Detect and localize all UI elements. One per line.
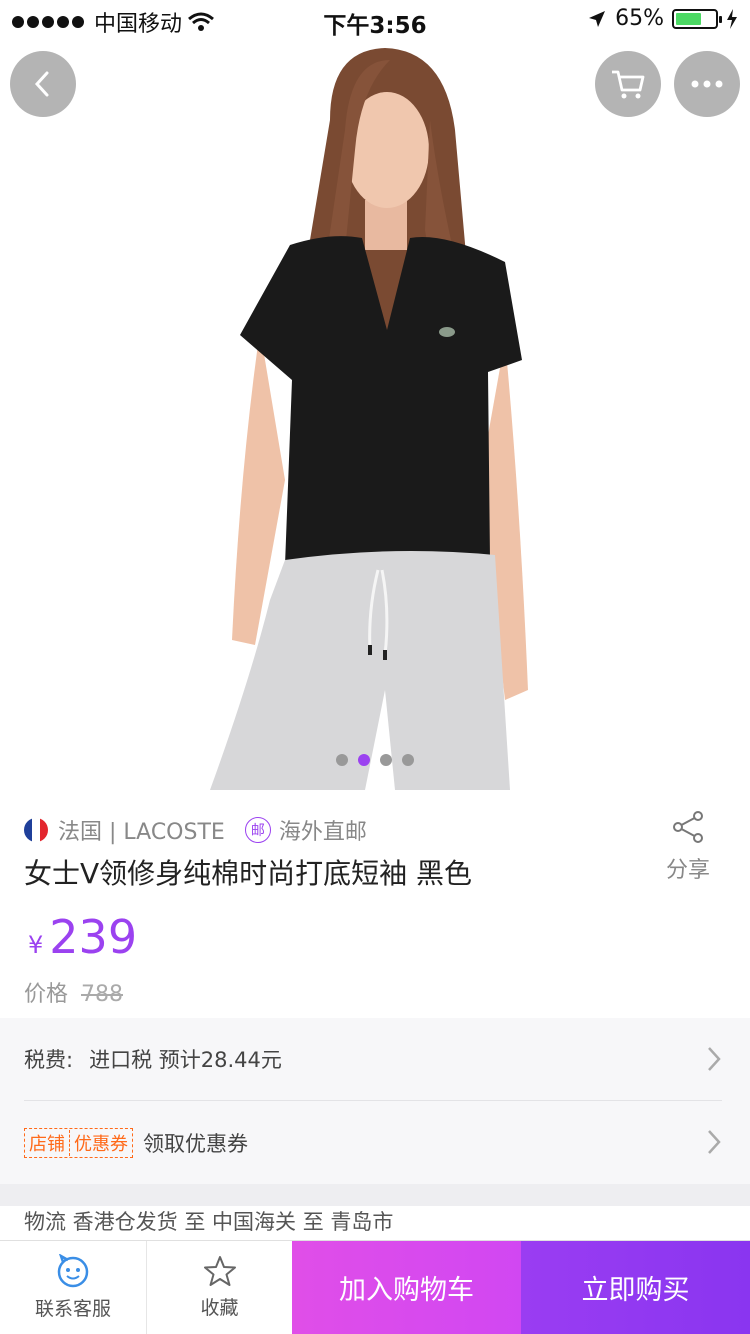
battery-icon (672, 8, 722, 29)
chevron-right-icon (708, 1130, 721, 1154)
tax-value: 进口税 预计28.44元 (89, 1048, 282, 1072)
coupon-text: 领取优惠券 (143, 1131, 248, 1156)
add-to-cart-button[interactable]: 加入购物车 (292, 1241, 521, 1334)
tax-label: 税费: (24, 1048, 74, 1072)
shipping-label: 海外直邮 (278, 820, 367, 845)
page-dot[interactable] (380, 754, 392, 766)
detail-rows: 税费: 进口税 预计28.44元 店铺 优惠券 领取优惠券 (0, 1018, 750, 1184)
currency-symbol: ¥ (28, 931, 44, 959)
cart-icon (612, 70, 645, 99)
share-icon (673, 811, 703, 843)
price: ¥ 239 (28, 910, 137, 964)
page-dot-active[interactable] (358, 754, 370, 766)
chevron-left-icon (34, 71, 49, 97)
original-price: 价格 788 (24, 976, 123, 1008)
origin-brand[interactable]: 法国 | LACOSTE (58, 814, 225, 846)
status-bar: 中国移动 下午3:56 65% (0, 0, 750, 40)
customer-service-button[interactable]: 联系客服 (0, 1241, 146, 1334)
gallery-pagination (0, 754, 750, 766)
product-title: 女士V领修身纯棉时尚打底短袖 黑色 (24, 857, 473, 890)
product-info: 法国 | LACOSTE 邮 海外直邮 女士V领修身纯棉时尚打底短袖 黑色 分享… (0, 790, 750, 1018)
favorite-button[interactable]: 收藏 (146, 1241, 292, 1334)
coupon-tag-shop: 店铺 (29, 1133, 65, 1155)
coupon-tag-coupon: 优惠券 (69, 1129, 128, 1156)
coupon-tag: 店铺 优惠券 (24, 1127, 133, 1158)
original-price-label: 价格 (24, 982, 69, 1007)
customer-service-label: 联系客服 (34, 1298, 111, 1320)
chevron-right-icon (708, 1047, 721, 1071)
buy-now-button[interactable]: 立即购买 (521, 1241, 750, 1334)
star-icon (203, 1256, 236, 1286)
customer-service-icon (57, 1254, 89, 1288)
favorite-label: 收藏 (200, 1297, 239, 1319)
share-label: 分享 (665, 858, 710, 883)
share-button[interactable]: 分享 (658, 810, 718, 884)
page-dot[interactable] (336, 754, 348, 766)
france-flag-icon (24, 818, 48, 842)
original-price-value: 788 (81, 982, 124, 1007)
product-photo (210, 48, 528, 790)
more-dots-icon (691, 80, 723, 88)
page-dot[interactable] (402, 754, 414, 766)
cart-button[interactable] (595, 51, 661, 117)
battery-percent: 65% (615, 6, 664, 31)
back-button[interactable] (10, 51, 76, 117)
location-arrow-icon (589, 10, 606, 27)
more-button[interactable] (674, 51, 740, 117)
product-image-gallery[interactable] (0, 0, 750, 790)
price-value: 239 (49, 910, 138, 964)
mail-badge-icon: 邮 (244, 817, 271, 843)
tax-row[interactable]: 税费: 进口税 预计28.44元 (24, 1018, 722, 1101)
coupon-row[interactable]: 店铺 优惠券 领取优惠券 (24, 1101, 722, 1184)
charging-bolt-icon (727, 8, 737, 29)
bottom-action-bar: 联系客服 收藏 加入购物车 立即购买 (0, 1240, 750, 1334)
logistics-row[interactable]: 物流 香港仓发货 至 中国海关 至 青岛市 (24, 1206, 393, 1240)
section-divider (0, 1184, 750, 1206)
